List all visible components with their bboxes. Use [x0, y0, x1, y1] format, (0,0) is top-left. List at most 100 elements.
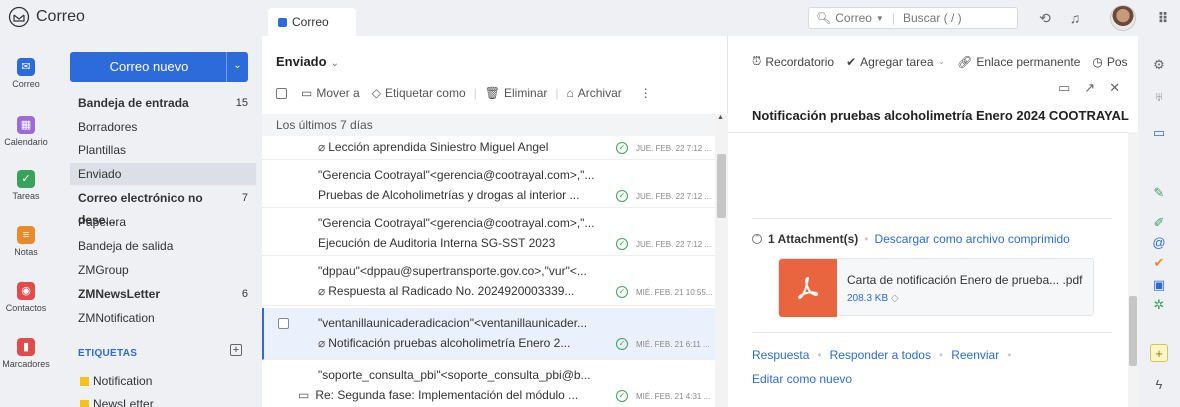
search-scope[interactable]: Correo — [835, 11, 872, 25]
pen-icon[interactable]: ✎ — [1150, 184, 1168, 202]
add-widget-icon[interactable]: + — [1150, 344, 1168, 362]
message-row[interactable]: "soporte_consulta_pbi"<soporte_consulta_… — [262, 360, 715, 407]
reminder-button[interactable]: ⏰︎ Recordatorio — [752, 54, 834, 69]
folder-drafts[interactable]: Borradores — [70, 116, 256, 138]
message-row[interactable]: "Gerencia Cootrayal"<gerencia@cootrayal.… — [262, 208, 715, 256]
integrations-icon[interactable]: ✲ — [1150, 296, 1168, 314]
attachment-size: 208.3 KB ◇ — [847, 293, 899, 304]
app-brand[interactable]: Correo — [8, 6, 85, 28]
add-task-button[interactable]: ✔ Agregar tarea ⌄ — [846, 54, 945, 69]
message-subject: ▭ Re: Segunda fase: Implementación del mó… — [298, 388, 608, 402]
collapse-icon[interactable]: ⌃ — [752, 234, 762, 244]
note-icon[interactable]: ✐ — [1150, 214, 1168, 232]
delete-button[interactable]: 🗑︎ Eliminar — [481, 86, 552, 100]
download-zip-link[interactable]: Descargar como archivo comprimido — [874, 232, 1069, 246]
check-mark-icon[interactable]: ✔ — [1150, 254, 1168, 272]
feather-icon[interactable]: ♅ — [1150, 88, 1168, 106]
divider: | — [473, 86, 477, 100]
search-input[interactable]: 🔍︎ Correo ▼ | Buscar ( / ) — [808, 7, 1018, 29]
bookmark-icon: ▮ — [17, 338, 35, 356]
pop-out-icon[interactable]: ↗ — [1084, 80, 1095, 96]
message-date: MIÉ. FEB. 21 4:31 ... — [636, 392, 711, 401]
folder-templates[interactable]: Plantillas — [70, 139, 256, 161]
window-icon[interactable]: ▭ — [1150, 124, 1168, 142]
read-check-icon: ✓ — [616, 190, 628, 202]
folder-zmgroup[interactable]: ZMGroup — [70, 259, 256, 281]
folder-name: Plantillas — [78, 143, 127, 157]
message-checkbox[interactable] — [278, 318, 289, 329]
folder-pane: Correo nuevo ⌄ Bandeja de entrada 15 Borr… — [52, 36, 262, 407]
scrollbar-thumb[interactable] — [717, 154, 726, 218]
tag-icon[interactable]: ◇ — [891, 293, 899, 304]
separator: • — [864, 232, 869, 246]
rail-correo[interactable]: ✉ Correo — [0, 58, 52, 89]
chat-icon[interactable]: ▭ — [1058, 80, 1070, 96]
rail-marcadores[interactable]: ▮ Marcadores — [0, 338, 52, 369]
folder-sent[interactable]: Enviado — [70, 163, 256, 185]
archive-button[interactable]: ⌂ Archivar — [562, 86, 625, 100]
alarm-icon: ⏰︎ — [752, 54, 762, 68]
attachments-header: ⌃ 1 Attachment(s) • Descargar como archi… — [752, 232, 1070, 246]
rail-label: Tareas — [12, 191, 40, 201]
chevron-down-icon[interactable]: ⌄ — [226, 52, 248, 82]
select-all-checkbox[interactable] — [276, 87, 287, 99]
contacts-icon: ◉ — [17, 282, 35, 300]
message-date: JUE. FEB. 22 7:12 ... — [636, 240, 712, 249]
message-row[interactable]: ⌀ Lección aprendida Siniestro Miguel Ange… — [262, 136, 715, 160]
postpone-button[interactable]: ◷ Pos — [1092, 54, 1127, 69]
forward-link[interactable]: Reenviar — [951, 348, 999, 362]
folder-count: 6 — [241, 288, 248, 300]
list-toolbar: ▭ Mover a ◇ Etiquetar como | 🗑︎ Eliminar | … — [276, 86, 656, 100]
message-row-selected[interactable]: "ventanillaunicaderadicacion"<ventanilla… — [262, 308, 715, 360]
scrollbar-thumb[interactable] — [1129, 296, 1137, 366]
separator: • — [1007, 348, 1012, 362]
rail-calendario[interactable]: ▦ Calendario — [0, 116, 52, 147]
reply-link[interactable]: Respuesta — [752, 348, 809, 362]
thread-icon: ▭ — [298, 388, 310, 402]
folder-spam[interactable]: Correo electrónico no dese... 7 — [70, 187, 256, 227]
search-icon: 🔍︎ — [816, 11, 832, 25]
avatar[interactable] — [1110, 5, 1136, 31]
close-icon[interactable]: ✕ — [1109, 80, 1120, 96]
bell-icon[interactable]: ♫ — [1066, 9, 1084, 27]
message-row[interactable]: "dppau"<dppau@supertransporte.gov.co>,"v… — [262, 256, 715, 306]
folder-name: Papelera — [78, 215, 127, 229]
settings-icon[interactable]: ⚙ — [1150, 56, 1168, 74]
separator: • — [938, 348, 944, 362]
tab-correo[interactable]: Correo — [268, 8, 356, 36]
reader-scrollbar[interactable] — [1128, 132, 1138, 407]
attachment-card[interactable]: Carta de notificación Enero de prueba...… — [778, 258, 1094, 317]
move-label: Mover a — [316, 86, 360, 100]
move-button[interactable]: ▭ Mover a — [297, 86, 364, 100]
rail-tareas[interactable]: ✓ Tareas — [0, 170, 52, 201]
at-icon[interactable]: @ — [1150, 234, 1168, 252]
add-label-icon[interactable]: + — [230, 344, 242, 356]
folder-title[interactable]: Enviado ⌄ — [276, 54, 339, 69]
tag-button[interactable]: ◇ Etiquetar como — [368, 86, 470, 100]
image-icon[interactable]: ▣ — [1150, 276, 1168, 294]
permalink-button[interactable]: 🔗︎ Enlace permanente — [957, 54, 1080, 69]
message-date: MIÉ. FEB. 21 10:55... — [636, 288, 713, 297]
label-notification[interactable]: Notification — [80, 374, 152, 388]
more-options-icon[interactable]: ⋮ — [636, 86, 656, 100]
sync-icon[interactable]: ⟲ — [1036, 9, 1054, 27]
folder-inbox[interactable]: Bandeja de entrada 15 — [70, 92, 256, 114]
folder-zmnewsletter[interactable]: ZMNewsLetter 6 — [70, 283, 256, 305]
scroll-up-icon[interactable]: ▲ — [717, 114, 724, 121]
rail-notas[interactable]: ≡ Notas — [0, 226, 52, 257]
reply-all-link[interactable]: Responder a todos — [830, 348, 931, 362]
edit-as-new-link[interactable]: Editar como nuevo — [752, 372, 852, 386]
app-grid-icon[interactable]: ⠿ — [1154, 9, 1172, 27]
label-newsletter[interactable]: NewsLetter — [80, 397, 154, 407]
app-rail: ✉ Correo ▦ Calendario ✓ Tareas ≡ Notas ◉… — [0, 36, 52, 407]
new-mail-button[interactable]: Correo nuevo ⌄ — [70, 52, 248, 82]
folder-outbox[interactable]: Bandeja de salida — [70, 235, 256, 257]
rail-contactos[interactable]: ◉ Contactos — [0, 282, 52, 313]
list-scrollbar[interactable]: ▲ — [715, 114, 728, 407]
message-row[interactable]: "Gerencia Cootrayal"<gerencia@cootrayal.… — [262, 160, 715, 208]
check-icon: ✔ — [846, 54, 857, 69]
lightning-icon[interactable]: ϟ — [1150, 376, 1168, 394]
folder-trash[interactable]: Papelera — [70, 211, 256, 233]
folder-zmnotification[interactable]: ZMNotification — [70, 307, 256, 329]
postpone-label: Pos — [1106, 54, 1128, 69]
